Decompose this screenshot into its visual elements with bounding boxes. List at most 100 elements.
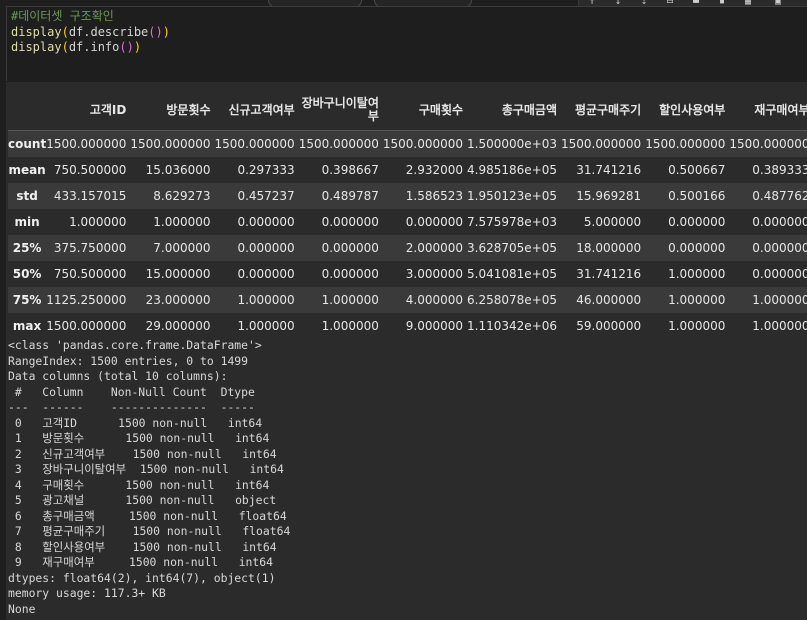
column-header: 평균구매주기	[561, 90, 646, 131]
table-cell: 0.000000	[668, 215, 726, 229]
info-line: 0 고객ID 1500 non-null int64	[8, 415, 263, 430]
paren-inner: ()	[148, 25, 163, 39]
table-cell: 18.000000	[576, 241, 642, 255]
info-line: 4 구매횟수 1500 non-null int64	[8, 477, 270, 492]
row-label: 50%	[12, 267, 42, 281]
table-cell: 750.500000	[53, 163, 127, 177]
row-label: min	[14, 215, 40, 229]
table-row: 50% 750.500000 15.000000 0.000000 0.000000 3.…	[8, 261, 807, 287]
table-row: max 1500.000000 29.000000 1.000000 1.000000 9…	[8, 313, 807, 339]
info-line: 6 총구매금액 1500 non-null float64	[8, 508, 287, 523]
table-cell: 0.000000	[752, 241, 807, 255]
table-cell: 9.000000	[405, 319, 464, 333]
table-cell: 8.629273	[153, 189, 211, 203]
table-cell: 0.000000	[752, 215, 807, 229]
function-arg: df.info	[68, 40, 120, 54]
table-cell: 0.500667	[668, 163, 726, 177]
table-cell: 5.041081e+05	[467, 267, 558, 281]
info-line: # Column Non-Null Count Dtype	[8, 384, 255, 399]
info-line: 5 광고채널 1500 non-null object	[8, 493, 277, 507]
table-cell: 0.000000	[321, 267, 379, 281]
paren: )	[133, 40, 142, 54]
table-cell: 1.000000	[237, 293, 295, 307]
table-cell: 1.000000	[668, 293, 726, 307]
table-cell: 1.000000	[752, 293, 807, 307]
info-output: <class 'pandas.core.frame.DataFrame'> Ran…	[8, 338, 290, 617]
table-cell: 3.628705e+05	[467, 241, 558, 255]
table-cell: 0.000000	[237, 241, 295, 255]
info-line: 3 장바구니이탈여부 1500 non-null int64	[8, 462, 284, 476]
table-cell: 2.000000	[405, 241, 464, 255]
table-cell: 1.500000e+03	[467, 137, 558, 151]
table-cell: 1.000000	[668, 319, 726, 333]
table-cell: 1500.000000	[729, 137, 807, 151]
code-line-describe: display(df.describe())	[11, 25, 170, 40]
table-cell: 0.000000	[237, 215, 295, 229]
table-cell: 1500.000000	[46, 137, 127, 151]
paren: (	[61, 40, 69, 54]
table-cell: 1.950123e+05	[467, 189, 558, 203]
table-row: mean 750.500000 15.036000 0.297333 0.398667 2…	[8, 157, 807, 183]
table-cell: 15.000000	[145, 267, 211, 281]
table-cell: 0.000000	[668, 241, 726, 255]
table-cell: 1125.250000	[46, 293, 127, 307]
paren-inner: ()	[119, 40, 134, 54]
table-cell: 375.750000	[53, 241, 127, 255]
function-name: display	[11, 40, 62, 54]
paren: (	[61, 25, 69, 39]
table-cell: 0.487762	[752, 189, 807, 203]
info-line: --- ------ -------------- -----	[8, 400, 255, 414]
column-header: 할인사용여부	[645, 90, 730, 131]
table-cell: 1.000000	[153, 215, 211, 229]
table-cell: 1500.000000	[214, 137, 295, 151]
table-cell: 1.000000	[237, 319, 295, 333]
table-cell: 0.000000	[405, 215, 464, 229]
info-line: dtypes: float64(2), int64(7), object(1)	[8, 570, 276, 585]
code-line-info: display(df.info())	[11, 40, 141, 55]
column-header: 방문횟수	[130, 90, 215, 131]
info-line: Data columns (total 10 columns):	[8, 369, 228, 383]
info-line: <class 'pandas.core.frame.DataFrame'>	[8, 338, 262, 352]
info-line: RangeIndex: 1500 entries, 0 to 1499	[8, 353, 249, 368]
table-cell: 0.457237	[237, 189, 295, 203]
code-cell[interactable]: #데이터셋 구조확인 display(df.describe()) displa…	[6, 6, 807, 81]
table-cell: 4.000000	[405, 293, 464, 307]
table-cell: 0.000000	[237, 267, 295, 281]
table-cell: 0.000000	[321, 215, 379, 229]
table-cell: 1500.000000	[298, 137, 379, 151]
table-cell: 1.110342e+06	[467, 319, 558, 333]
table-cell: 7.000000	[153, 241, 211, 255]
info-line: 7 평균구매주기 1500 non-null float64	[8, 524, 291, 538]
table-cell: 1.000000	[69, 215, 127, 229]
table-row: std 433.157015 8.629273 0.457237 0.489787 1.5…	[8, 183, 807, 209]
table-cell: 0.500166	[668, 189, 726, 203]
table-row: count 1500.000000 1500.000000 1500.000000 15…	[8, 130, 807, 157]
table-cell: 1.000000	[321, 293, 379, 307]
table-cell: 59.000000	[576, 319, 642, 333]
table-cell: 7.575978e+03	[467, 215, 558, 229]
table-cell: 1.000000	[321, 319, 379, 333]
table-cell: 23.000000	[145, 293, 211, 307]
table-cell: 1.000000	[752, 319, 807, 333]
table-cell: 0.297333	[237, 163, 295, 177]
info-line: 9 재구매여부 1500 non-null int64	[8, 555, 273, 569]
table-cell: 4.985186e+05	[467, 163, 558, 177]
table-row: 25% 375.750000 7.000000 0.000000 0.000000 2.0…	[8, 235, 807, 261]
index-header	[8, 90, 47, 131]
row-label: mean	[8, 163, 46, 177]
table-cell: 1500.000000	[130, 137, 211, 151]
info-line: None	[8, 601, 36, 616]
row-label: std	[16, 189, 38, 203]
table-row: 75% 1125.250000 23.000000 1.000000 1.000000 4…	[8, 287, 807, 313]
column-header: 구매횟수	[382, 90, 468, 131]
describe-table: 고객ID 방문횟수 신규고객여부 장바구니이탈여부 구매횟수 총구매금액 평균구…	[8, 90, 807, 339]
table-cell: 6.258078e+05	[467, 293, 558, 307]
column-header: 신규고객여부	[214, 90, 299, 131]
table-cell: 31.741216	[576, 163, 642, 177]
table-cell: 1.000000	[668, 267, 726, 281]
info-line: 8 할인사용여부 1500 non-null int64	[8, 539, 277, 554]
table-cell: 15.036000	[145, 163, 211, 177]
info-line: memory usage: 117.3+ KB	[8, 586, 166, 600]
row-label: count	[8, 137, 47, 151]
table-row: min 1.000000 1.000000 0.000000 0.000000 0.000…	[8, 209, 807, 235]
